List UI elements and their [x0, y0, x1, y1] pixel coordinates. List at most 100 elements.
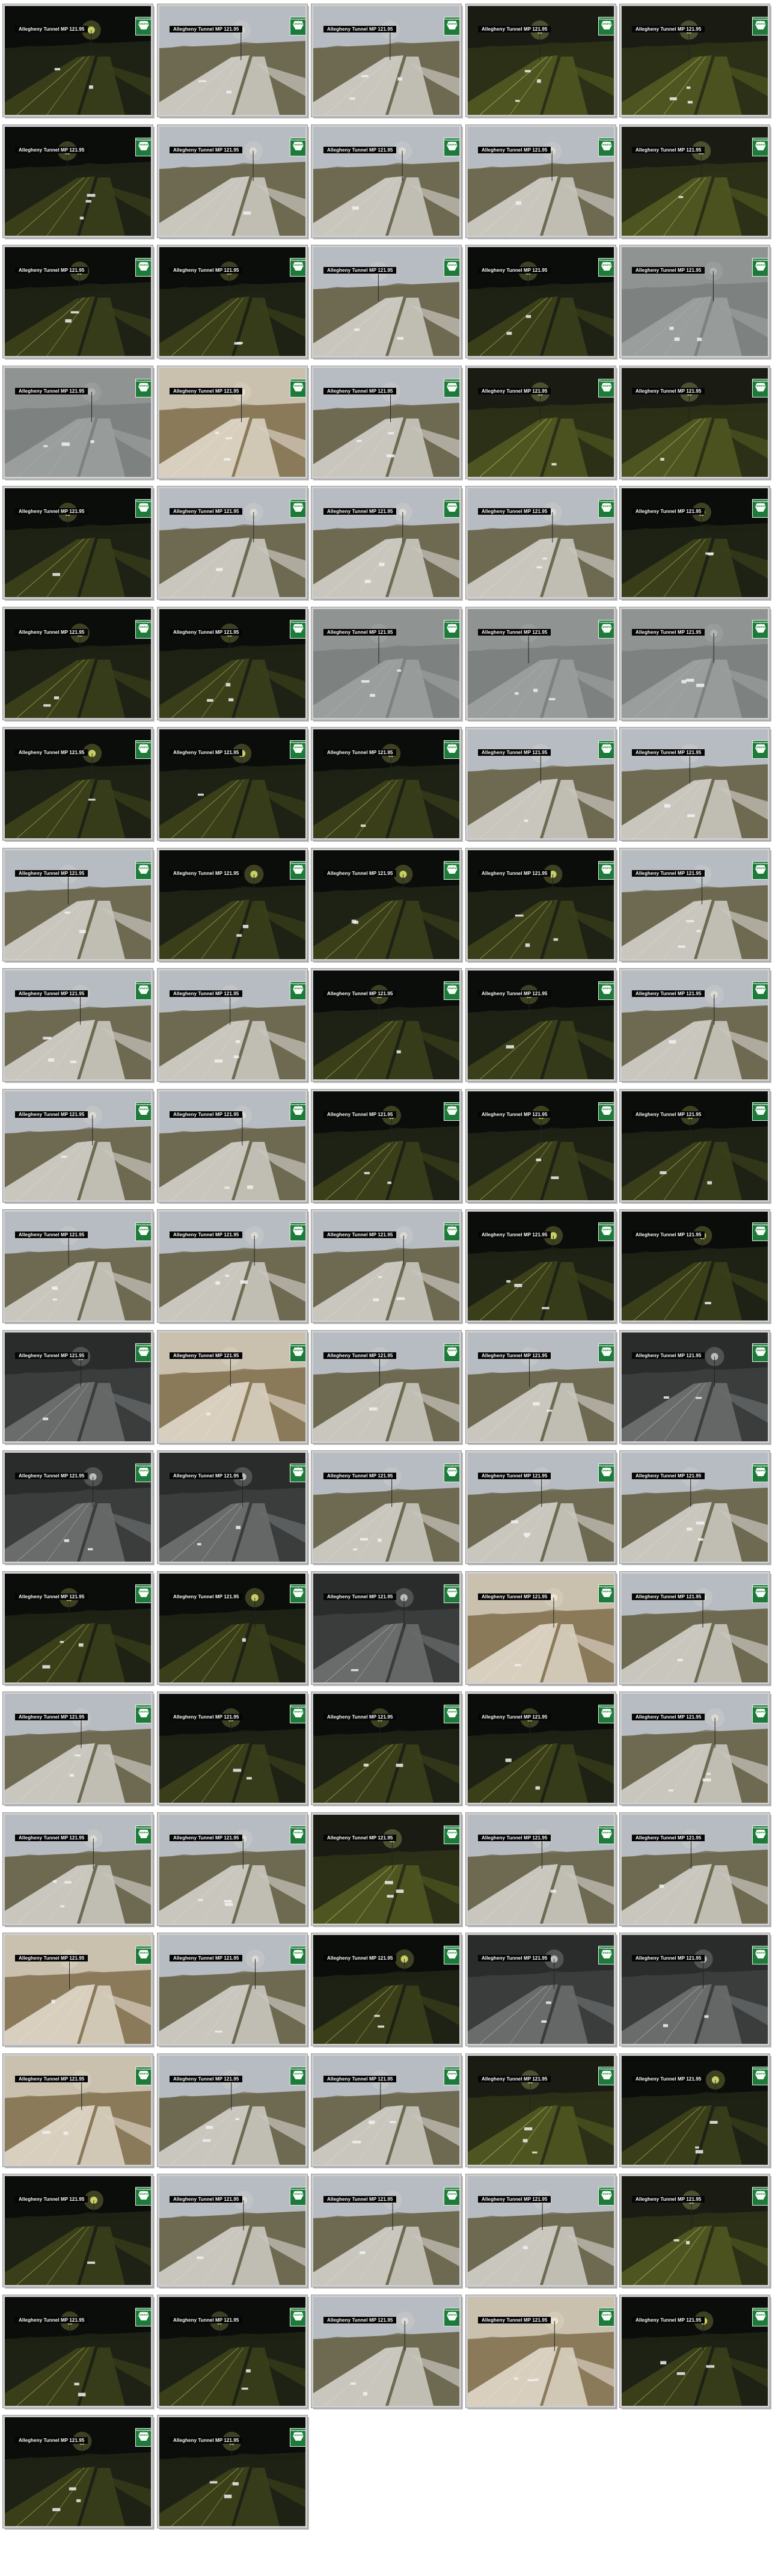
webcam-thumbnail[interactable]: Allegheny Tunnel MP 121.95 Pennsylvania TU… [620, 486, 770, 599]
webcam-thumbnail[interactable]: Allegheny Tunnel MP 121.95 Pennsylvania TU… [3, 607, 153, 720]
webcam-thumbnail[interactable]: Allegheny Tunnel MP 121.95 Pennsylvania TU… [158, 1572, 307, 1684]
webcam-thumbnail[interactable]: Allegheny Tunnel MP 121.95 Pennsylvania TU… [466, 2295, 616, 2408]
webcam-thumbnail[interactable]: Allegheny Tunnel MP 121.95 Pennsylvania TU… [620, 4, 770, 117]
webcam-thumbnail[interactable]: Allegheny Tunnel MP 121.95 Pennsylvania TU… [466, 1210, 616, 1322]
webcam-thumbnail[interactable]: Allegheny Tunnel MP 121.95 Pennsylvania TU… [3, 2295, 153, 2408]
webcam-thumbnail[interactable]: Allegheny Tunnel MP 121.95 Pennsylvania TU… [620, 1933, 770, 2046]
webcam-thumbnail[interactable]: Allegheny Tunnel MP 121.95 Pennsylvania TU… [3, 969, 153, 1081]
webcam-thumbnail[interactable]: Allegheny Tunnel MP 121.95 Pennsylvania TU… [620, 728, 770, 840]
webcam-thumbnail[interactable]: Allegheny Tunnel MP 121.95 Pennsylvania TU… [466, 848, 616, 961]
webcam-thumbnail[interactable]: Allegheny Tunnel MP 121.95 Pennsylvania TU… [158, 1692, 307, 1805]
webcam-thumbnail[interactable]: Allegheny Tunnel MP 121.95 Pennsylvania TU… [466, 1933, 616, 2046]
webcam-thumbnail[interactable]: Allegheny Tunnel MP 121.95 Pennsylvania TU… [311, 1692, 461, 1805]
webcam-thumbnail[interactable]: Allegheny Tunnel MP 121.95 Pennsylvania TU… [466, 125, 616, 238]
webcam-thumbnail[interactable]: Allegheny Tunnel MP 121.95 Pennsylvania TU… [620, 366, 770, 479]
webcam-thumbnail[interactable]: Allegheny Tunnel MP 121.95 Pennsylvania TU… [311, 1331, 461, 1443]
webcam-thumbnail[interactable]: Allegheny Tunnel MP 121.95 Pennsylvania TU… [3, 1331, 153, 1443]
webcam-thumbnail[interactable]: Allegheny Tunnel MP 121.95 Pennsylvania TU… [466, 1451, 616, 1563]
webcam-thumbnail[interactable]: Allegheny Tunnel MP 121.95 Pennsylvania TU… [311, 4, 461, 117]
webcam-thumbnail[interactable]: Allegheny Tunnel MP 121.95 Pennsylvania TU… [158, 245, 307, 358]
webcam-thumbnail[interactable]: Allegheny Tunnel MP 121.95 Pennsylvania TU… [158, 486, 307, 599]
webcam-thumbnail[interactable]: Allegheny Tunnel MP 121.95 Pennsylvania TU… [3, 1692, 153, 1805]
webcam-thumbnail[interactable]: Allegheny Tunnel MP 121.95 Pennsylvania TU… [311, 1933, 461, 2046]
webcam-thumbnail[interactable]: Allegheny Tunnel MP 121.95 Pennsylvania TU… [158, 728, 307, 840]
webcam-thumbnail[interactable]: Allegheny Tunnel MP 121.95 Pennsylvania TU… [3, 2174, 153, 2287]
webcam-thumbnail[interactable]: Allegheny Tunnel MP 121.95 Pennsylvania TU… [3, 1572, 153, 1684]
webcam-thumbnail[interactable]: Allegheny Tunnel MP 121.95 Pennsylvania TU… [158, 1090, 307, 1202]
webcam-thumbnail[interactable]: Allegheny Tunnel MP 121.95 Pennsylvania TU… [620, 1572, 770, 1684]
webcam-thumbnail[interactable]: Allegheny Tunnel MP 121.95 Pennsylvania TU… [466, 486, 616, 599]
webcam-thumbnail[interactable]: Allegheny Tunnel MP 121.95 Pennsylvania TU… [3, 728, 153, 840]
webcam-thumbnail[interactable]: Allegheny Tunnel MP 121.95 Pennsylvania TU… [620, 1813, 770, 1925]
webcam-thumbnail[interactable]: Allegheny Tunnel MP 121.95 Pennsylvania TU… [158, 2174, 307, 2287]
webcam-thumbnail[interactable]: Allegheny Tunnel MP 121.95 Pennsylvania TU… [311, 2295, 461, 2408]
webcam-thumbnail[interactable]: Allegheny Tunnel MP 121.95 Pennsylvania TU… [311, 245, 461, 358]
webcam-thumbnail[interactable]: Allegheny Tunnel MP 121.95 Pennsylvania TU… [620, 1090, 770, 1202]
webcam-thumbnail[interactable]: Allegheny Tunnel MP 121.95 Pennsylvania TU… [158, 1331, 307, 1443]
webcam-thumbnail[interactable]: Allegheny Tunnel MP 121.95 Pennsylvania TU… [620, 245, 770, 358]
webcam-thumbnail[interactable]: Allegheny Tunnel MP 121.95 Pennsylvania TU… [620, 848, 770, 961]
webcam-thumbnail[interactable]: Allegheny Tunnel MP 121.95 Pennsylvania TU… [158, 1210, 307, 1322]
webcam-thumbnail[interactable]: Allegheny Tunnel MP 121.95 Pennsylvania TU… [466, 969, 616, 1081]
webcam-thumbnail[interactable]: Allegheny Tunnel MP 121.95 Pennsylvania TU… [620, 607, 770, 720]
webcam-thumbnail[interactable]: Allegheny Tunnel MP 121.95 Pennsylvania TU… [311, 486, 461, 599]
webcam-thumbnail[interactable]: Allegheny Tunnel MP 121.95 Pennsylvania TU… [311, 2174, 461, 2287]
webcam-thumbnail[interactable]: Allegheny Tunnel MP 121.95 Pennsylvania TU… [3, 1090, 153, 1202]
webcam-thumbnail[interactable]: Allegheny Tunnel MP 121.95 Pennsylvania TU… [466, 1692, 616, 1805]
webcam-thumbnail[interactable]: Allegheny Tunnel MP 121.95 Pennsylvania TU… [3, 1210, 153, 1322]
webcam-thumbnail[interactable]: Allegheny Tunnel MP 121.95 Pennsylvania TU… [158, 969, 307, 1081]
webcam-thumbnail[interactable]: Allegheny Tunnel MP 121.95 Pennsylvania TU… [620, 969, 770, 1081]
webcam-thumbnail[interactable]: Allegheny Tunnel MP 121.95 Pennsylvania TU… [3, 366, 153, 479]
webcam-thumbnail[interactable]: Allegheny Tunnel MP 121.95 Pennsylvania TU… [466, 1572, 616, 1684]
webcam-thumbnail[interactable]: Allegheny Tunnel MP 121.95 Pennsylvania TU… [620, 2295, 770, 2408]
webcam-thumbnail[interactable]: Allegheny Tunnel MP 121.95 Pennsylvania TU… [158, 2415, 307, 2528]
webcam-thumbnail[interactable]: Allegheny Tunnel MP 121.95 Pennsylvania TU… [158, 1451, 307, 1563]
webcam-thumbnail[interactable]: Allegheny Tunnel MP 121.95 Pennsylvania TU… [158, 366, 307, 479]
webcam-thumbnail[interactable]: Allegheny Tunnel MP 121.95 Pennsylvania TU… [620, 2174, 770, 2287]
webcam-thumbnail[interactable]: Allegheny Tunnel MP 121.95 Pennsylvania TU… [3, 1933, 153, 2046]
webcam-thumbnail[interactable]: Allegheny Tunnel MP 121.95 Pennsylvania TU… [311, 969, 461, 1081]
webcam-thumbnail[interactable]: Allegheny Tunnel MP 121.95 Pennsylvania TU… [466, 4, 616, 117]
webcam-thumbnail[interactable]: Allegheny Tunnel MP 121.95 Pennsylvania TU… [311, 1572, 461, 1684]
webcam-thumbnail[interactable]: Allegheny Tunnel MP 121.95 Pennsylvania TU… [466, 1090, 616, 1202]
webcam-thumbnail[interactable]: Allegheny Tunnel MP 121.95 Pennsylvania TU… [620, 1210, 770, 1322]
webcam-thumbnail[interactable]: Allegheny Tunnel MP 121.95 Pennsylvania TU… [466, 2054, 616, 2167]
webcam-thumbnail[interactable]: Allegheny Tunnel MP 121.95 Pennsylvania TU… [311, 1090, 461, 1202]
webcam-thumbnail[interactable]: Allegheny Tunnel MP 121.95 Pennsylvania TU… [311, 2054, 461, 2167]
webcam-thumbnail[interactable]: Allegheny Tunnel MP 121.95 Pennsylvania TU… [3, 1813, 153, 1925]
webcam-thumbnail[interactable]: Allegheny Tunnel MP 121.95 Pennsylvania TU… [620, 2054, 770, 2167]
webcam-thumbnail[interactable]: Allegheny Tunnel MP 121.95 Pennsylvania TU… [620, 1692, 770, 1805]
webcam-thumbnail[interactable]: Allegheny Tunnel MP 121.95 Pennsylvania TU… [311, 848, 461, 961]
webcam-thumbnail[interactable]: Allegheny Tunnel MP 121.95 Pennsylvania TU… [3, 2054, 153, 2167]
webcam-thumbnail[interactable]: Allegheny Tunnel MP 121.95 Pennsylvania TU… [158, 2054, 307, 2167]
webcam-thumbnail[interactable]: Allegheny Tunnel MP 121.95 Pennsylvania TU… [311, 728, 461, 840]
webcam-thumbnail[interactable]: Allegheny Tunnel MP 121.95 Pennsylvania TU… [311, 1210, 461, 1322]
webcam-thumbnail[interactable]: Allegheny Tunnel MP 121.95 Pennsylvania TU… [311, 125, 461, 238]
webcam-thumbnail[interactable]: Allegheny Tunnel MP 121.95 Pennsylvania TU… [311, 607, 461, 720]
webcam-thumbnail[interactable]: Allegheny Tunnel MP 121.95 Pennsylvania TU… [3, 848, 153, 961]
webcam-thumbnail[interactable]: Allegheny Tunnel MP 121.95 Pennsylvania TU… [466, 1331, 616, 1443]
webcam-thumbnail[interactable]: Allegheny Tunnel MP 121.95 Pennsylvania TU… [466, 1813, 616, 1925]
webcam-thumbnail[interactable]: Allegheny Tunnel MP 121.95 Pennsylvania TU… [3, 486, 153, 599]
webcam-thumbnail[interactable]: Allegheny Tunnel MP 121.95 Pennsylvania TU… [466, 2174, 616, 2287]
webcam-thumbnail[interactable]: Allegheny Tunnel MP 121.95 Pennsylvania TU… [158, 2295, 307, 2408]
webcam-thumbnail[interactable]: Allegheny Tunnel MP 121.95 Pennsylvania TU… [158, 848, 307, 961]
webcam-thumbnail[interactable]: Allegheny Tunnel MP 121.95 Pennsylvania TU… [158, 4, 307, 117]
webcam-thumbnail[interactable]: Allegheny Tunnel MP 121.95 Pennsylvania TU… [158, 1933, 307, 2046]
webcam-thumbnail[interactable]: Allegheny Tunnel MP 121.95 Pennsylvania TU… [620, 125, 770, 238]
webcam-thumbnail[interactable]: Allegheny Tunnel MP 121.95 Pennsylvania TU… [466, 245, 616, 358]
webcam-thumbnail[interactable]: Allegheny Tunnel MP 121.95 Pennsylvania TU… [158, 1813, 307, 1925]
webcam-thumbnail[interactable]: Allegheny Tunnel MP 121.95 Pennsylvania TU… [466, 607, 616, 720]
webcam-thumbnail[interactable]: Allegheny Tunnel MP 121.95 Pennsylvania TU… [3, 1451, 153, 1563]
webcam-thumbnail[interactable]: Allegheny Tunnel MP 121.95 Pennsylvania TU… [158, 125, 307, 238]
webcam-thumbnail[interactable]: Allegheny Tunnel MP 121.95 Pennsylvania TU… [311, 366, 461, 479]
webcam-thumbnail[interactable]: Allegheny Tunnel MP 121.95 Pennsylvania TU… [311, 1813, 461, 1925]
webcam-thumbnail[interactable]: Allegheny Tunnel MP 121.95 Pennsylvania TU… [3, 245, 153, 358]
webcam-thumbnail[interactable]: Allegheny Tunnel MP 121.95 Pennsylvania TU… [3, 2415, 153, 2528]
webcam-thumbnail[interactable]: Allegheny Tunnel MP 121.95 Pennsylvania TU… [620, 1451, 770, 1563]
webcam-thumbnail[interactable]: Allegheny Tunnel MP 121.95 Pennsylvania TU… [466, 728, 616, 840]
webcam-thumbnail[interactable]: Allegheny Tunnel MP 121.95 Pennsylvania TU… [158, 607, 307, 720]
webcam-thumbnail[interactable]: Allegheny Tunnel MP 121.95 Pennsylvania TU… [3, 4, 153, 117]
webcam-thumbnail[interactable]: Allegheny Tunnel MP 121.95 Pennsylvania TU… [466, 366, 616, 479]
webcam-thumbnail[interactable]: Allegheny Tunnel MP 121.95 Pennsylvania TU… [3, 125, 153, 238]
